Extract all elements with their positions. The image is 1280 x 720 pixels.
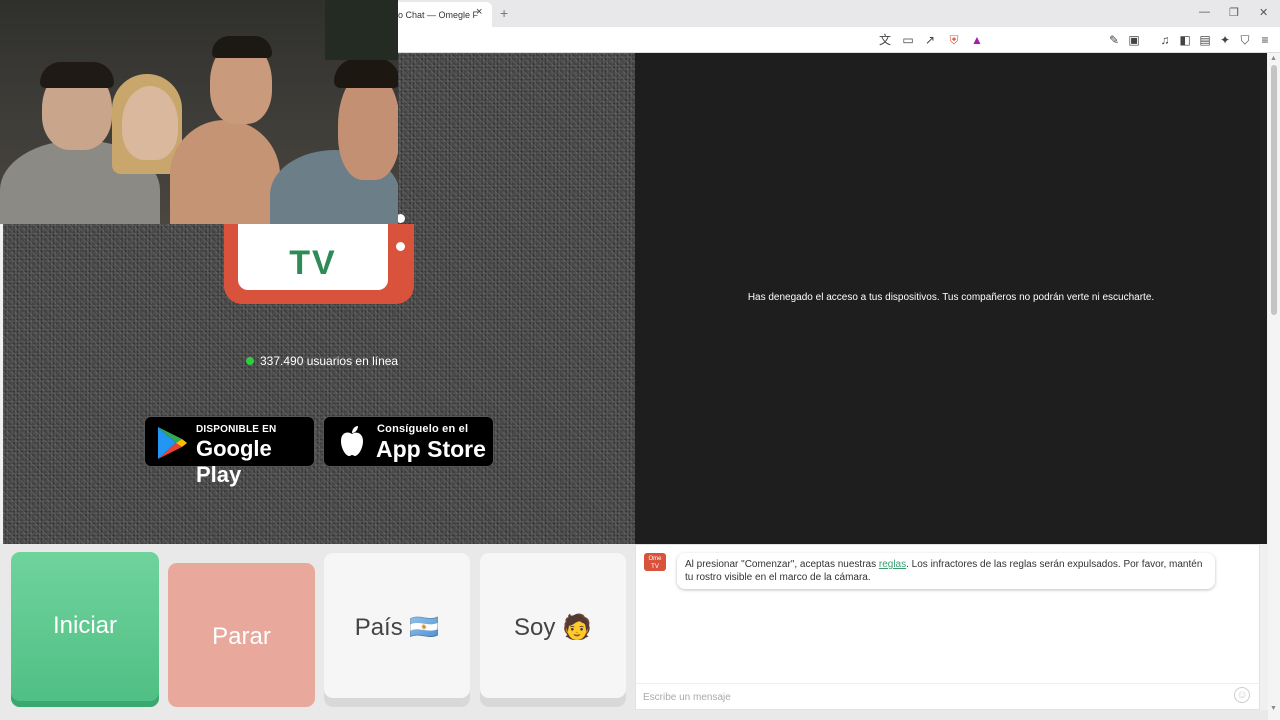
my-video-panel: Has denegado el acceso a tus dispositivo… <box>635 53 1267 544</box>
online-count: 337.490 usuarios en línea <box>260 354 399 368</box>
country-button[interactable]: País 🇦🇷 <box>324 553 470 707</box>
system-message: Al presionar "Comenzar", aceptas nuestra… <box>677 553 1215 589</box>
ometv-avatar-icon: Ome TV <box>644 553 666 571</box>
person-hair <box>334 58 398 88</box>
app-store-big-text: App Store <box>376 436 486 462</box>
translate-icon[interactable]: 文 <box>878 33 892 47</box>
tab-title: o Chat — Omegle F <box>398 10 479 20</box>
brave-shield-icon[interactable]: ⛨ <box>947 33 961 47</box>
extensions-icon[interactable]: ✎ <box>1107 33 1121 47</box>
background-plant <box>325 0 398 60</box>
google-play-icon <box>158 427 187 459</box>
new-tab-icon[interactable]: + <box>500 5 508 21</box>
logo-foot <box>370 296 384 304</box>
logo-knob <box>396 242 405 251</box>
wallet-icon[interactable]: ▤ <box>1198 33 1212 47</box>
logo-foot <box>254 296 268 304</box>
restore-icon[interactable]: ❐ <box>1229 6 1239 19</box>
device-denied-message: Has denegado el acceso a tus dispositivo… <box>747 292 1155 303</box>
start-label: Iniciar <box>52 612 118 639</box>
logo-screen: TV <box>238 224 388 290</box>
chat-panel: Ome TV Al presionar "Comenzar", aceptas … <box>635 544 1260 710</box>
stop-button[interactable]: Parar <box>168 563 315 707</box>
google-play-big-text: Google Play <box>196 436 272 487</box>
person-body <box>170 120 280 224</box>
stop-label: Parar <box>212 623 271 650</box>
sidebar-icon[interactable]: ◧ <box>1178 33 1192 47</box>
person-hair <box>40 62 114 88</box>
share-icon[interactable]: ↗ <box>923 33 937 47</box>
tab-close-icon[interactable]: × <box>476 6 482 18</box>
online-users: 337.490 usuarios en línea <box>246 354 398 368</box>
gender-button[interactable]: Soy 🧑 <box>480 553 626 707</box>
country-label: País <box>354 614 403 641</box>
menu-icon[interactable]: ≡ <box>1258 33 1272 47</box>
message-input[interactable]: Escribe un mensaje <box>636 683 1259 709</box>
person-icon: 🧑 <box>562 614 592 641</box>
logo-text: TV <box>289 244 337 282</box>
google-play-small-text: DISPONIBLE EN <box>196 424 277 435</box>
rules-link[interactable]: reglas <box>879 559 906 570</box>
bottom-strip <box>0 710 1268 720</box>
scroll-down-icon[interactable]: ▼ <box>1270 705 1277 712</box>
scroll-thumb[interactable] <box>1271 65 1277 315</box>
person-face <box>122 86 178 160</box>
leo-icon[interactable]: ✦ <box>1218 33 1232 47</box>
tab-search-icon[interactable]: ▣ <box>1127 33 1141 47</box>
emoji-icon[interactable]: ☺ <box>1234 687 1250 703</box>
close-window-icon[interactable]: ✕ <box>1259 6 1268 19</box>
apple-icon <box>341 426 363 456</box>
media-icon[interactable]: ♫ <box>1158 33 1172 47</box>
page-scrollbar[interactable]: ▲ ▼ <box>1268 53 1280 720</box>
app-store-small-text: Consíguelo en el <box>377 423 469 435</box>
scroll-up-icon[interactable]: ▲ <box>1270 55 1277 62</box>
ometv-logo: TV <box>224 214 414 304</box>
start-button[interactable]: Iniciar <box>11 552 159 707</box>
google-play-button[interactable]: DISPONIBLE EN Google Play <box>144 416 315 487</box>
online-indicator-icon <box>246 357 254 365</box>
message-text-start: Al presionar "Comenzar", aceptas nuestra… <box>685 559 879 570</box>
cast-icon[interactable]: ▭ <box>901 33 915 47</box>
vpn-icon[interactable]: ⛉ <box>1238 33 1252 47</box>
person-hair <box>212 36 272 58</box>
brave-rewards-icon[interactable]: ▲ <box>970 33 984 47</box>
gender-label: Soy <box>514 614 556 641</box>
minimize-icon[interactable]: — <box>1199 6 1210 18</box>
self-camera-preview <box>0 0 398 224</box>
app-store-button[interactable]: Consíguelo en el App Store <box>323 416 494 467</box>
argentina-flag-icon: 🇦🇷 <box>409 614 440 641</box>
